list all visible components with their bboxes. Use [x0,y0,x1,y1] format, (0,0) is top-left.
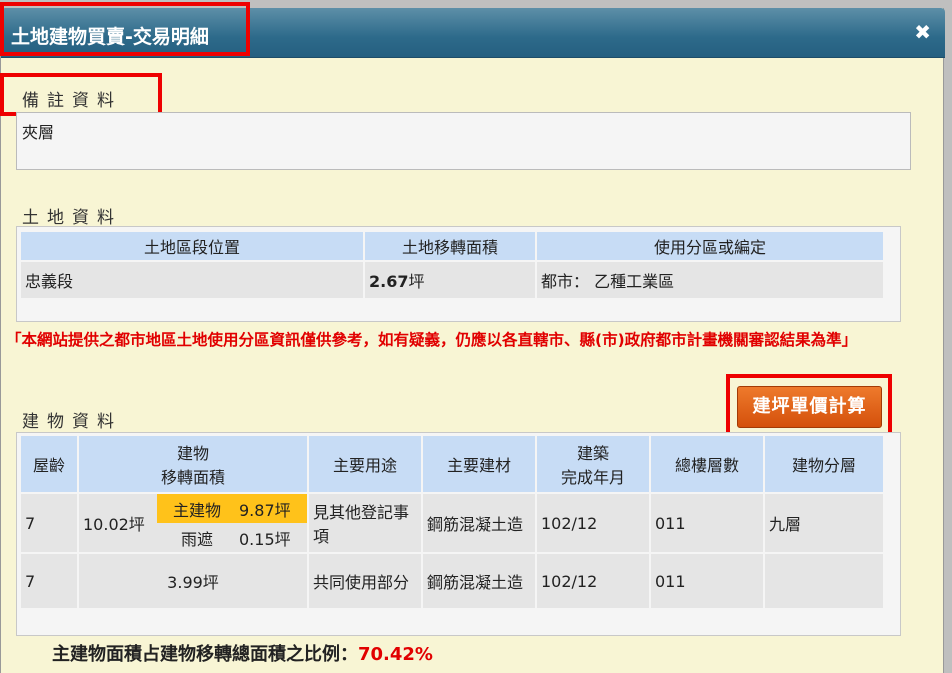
land-panel: 土地區段位置 土地移轉面積 使用分區或編定 忠義段 2.67坪 都市： 乙種工業… [16,226,901,322]
ratio-label: 主建物面積占建物移轉總面積之比例： [52,644,358,665]
bld-row1-area: 10.02坪 主建物 9.87坪 雨遮 0.15坪 [79,494,307,552]
bld-row1-area-inner: 10.02坪 主建物 9.87坪 雨遮 0.15坪 [79,494,307,552]
bld-row1-total-area: 10.02坪 [83,515,145,534]
bld-row2-built: 102/12 [537,554,649,608]
building-panel: 屋齡 建物 移轉面積 主要用途 主要建材 建築 完成年月 總樓層數 建物分層 7 1… [16,432,901,636]
awning-label: 雨遮 [157,523,237,552]
bld-header-use: 主要用途 [309,436,421,492]
bld-row2-level [765,554,883,608]
land-area: 2.67坪 [365,262,535,298]
bld-row1-floors: 011 [651,494,763,552]
land-section-label: 土地資料 [22,208,122,228]
title-highlight-box [0,2,250,56]
bld-row1-built: 102/12 [537,494,649,552]
bld-header-material: 主要建材 [423,436,535,492]
bld-row2-use: 共同使用部分 [309,554,421,608]
main-building-ratio: 主建物面積占建物移轉總面積之比例：70.42% [52,640,433,666]
close-icon[interactable]: ✖ [914,22,931,42]
land-location: 忠義段 [21,262,363,298]
land-zoning: 都市： 乙種工業區 [537,262,883,298]
bld-row1-age: 7 [21,494,77,552]
land-header-area: 土地移轉面積 [365,232,535,260]
bld-row2-area: 3.99坪 [79,554,307,608]
awning-area: 0.15坪 [237,523,307,552]
bld-row2-material: 鋼筋混凝土造 [423,554,535,608]
bld-row2-age: 7 [21,554,77,608]
notes-content: 夾層 [16,112,911,170]
bld-header-area: 建物 移轉面積 [79,436,307,492]
land-area-value: 2.67 [369,272,409,291]
bld-row2-floors: 011 [651,554,763,608]
bld-row1-use: 見其他登記事項 [309,494,421,552]
land-table: 土地區段位置 土地移轉面積 使用分區或編定 忠義段 2.67坪 都市： 乙種工業… [19,230,885,300]
building-section-label: 建物資料 [22,412,122,432]
bld-header-floors: 總樓層數 [651,436,763,492]
building-table: 屋齡 建物 移轉面積 主要用途 主要建材 建築 完成年月 總樓層數 建物分層 7 1… [19,434,885,610]
bld-header-built: 建築 完成年月 [537,436,649,492]
main-building-area: 9.87坪 [237,494,307,523]
land-area-unit: 坪 [408,272,425,291]
bld-row1-material: 鋼筋混凝土造 [423,494,535,552]
bld-header-level: 建物分層 [765,436,883,492]
unit-price-calc-button[interactable]: 建坪單價計算 [737,386,882,428]
land-header-location: 土地區段位置 [21,232,363,260]
notes-highlight-box [0,73,162,116]
bld-row1-level: 九層 [765,494,883,552]
ratio-value: 70.42% [358,644,433,665]
main-building-label: 主建物 [157,494,237,523]
bld-header-age: 屋齡 [21,436,77,492]
zoning-disclaimer: 「本網站提供之都市地區土地使用分區資訊僅供參考，如有疑義，仍應以各直轄市、縣(市… [6,331,858,349]
land-header-zoning: 使用分區或編定 [537,232,883,260]
